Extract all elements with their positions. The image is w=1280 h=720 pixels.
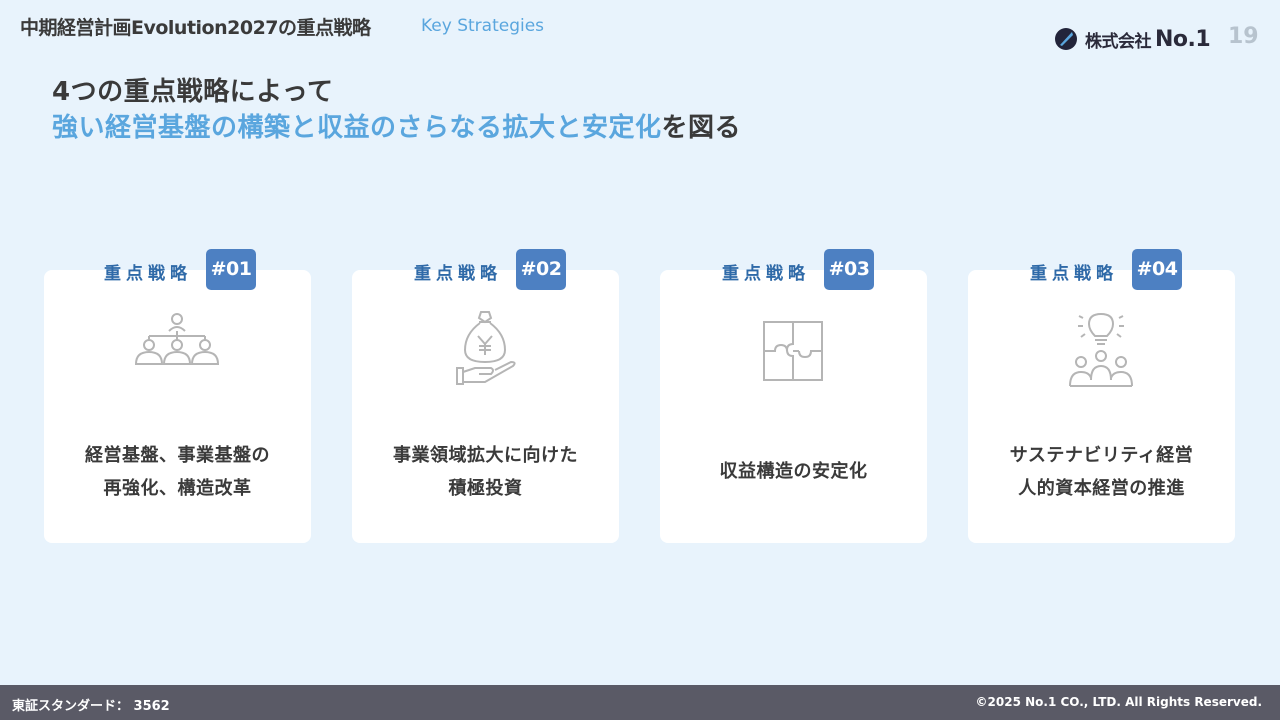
logo-mark-icon [1055,28,1077,50]
strategy-label-02: 重点戦略 [414,264,502,284]
strategy-01-line1: 経営基盤、事業基盤の [85,445,270,466]
strategy-badge-03: #03 [824,249,874,290]
strategy-card-02: 事業領域拡大に向けた 積極投資 [352,270,619,543]
strategy-04-line2: 人的資本経営の推進 [1018,478,1185,499]
strategy-card-04: サステナビリティ経営 人的資本経営の推進 [968,270,1235,543]
strategy-label-03: 重点戦略 [722,264,810,284]
page-number: 19 [1228,24,1259,49]
logo-company-text: 株式会社 [1085,31,1152,52]
org-chart-icon [134,313,220,365]
headline-line2-rest: を図る [661,113,742,143]
headline-line2-accent: 強い経営基盤の構築と収益のさらなる拡大と安定化 [52,113,662,143]
headline: 4つの重点戦略によって 強い経営基盤の構築と収益のさらなる拡大と安定化を図る [52,74,741,146]
strategy-badge-01: #01 [206,249,256,290]
strategy-label-04: 重点戦略 [1030,264,1118,284]
company-logo: 株式会社 No.1 [1054,26,1211,52]
stock-exchange-info: 東証スタンダード： 3562 [12,699,170,714]
strategy-label-01: 重点戦略 [104,264,192,284]
strategy-03-line1: 収益構造の安定化 [719,461,868,482]
slide-title: 中期経営計画Evolution2027の重点戦略 [20,17,371,39]
strategy-card-01: 経営基盤、事業基盤の 再強化、構造改革 [44,270,311,543]
puzzle-icon [763,321,823,381]
logo-number-text: No.1 [1155,26,1211,52]
slide-subtitle: Key Strategies [421,16,545,36]
strategy-04-line1: サステナビリティ経営 [1009,445,1194,466]
headline-line2: 強い経営基盤の構築と収益のさらなる拡大と安定化を図る [52,110,741,146]
footer-bar: 東証スタンダード： 3562 ©2025 No.1 CO., LTD. All … [0,685,1280,720]
yen-moneybag-hand-icon [456,311,516,385]
copyright: ©2025 No.1 CO., LTD. All Rights Reserved… [975,695,1262,709]
strategy-01-line2: 再強化、構造改革 [103,478,252,499]
strategy-badge-04: #04 [1132,249,1182,290]
strategy-card-03: 収益構造の安定化 [660,270,927,543]
strategy-02-line1: 事業領域拡大に向けた [393,445,578,466]
headline-line1: 4つの重点戦略によって [52,77,334,107]
strategy-badge-02: #02 [516,249,566,290]
lightbulb-people-icon [1069,312,1133,387]
strategy-02-line2: 積極投資 [448,478,523,499]
